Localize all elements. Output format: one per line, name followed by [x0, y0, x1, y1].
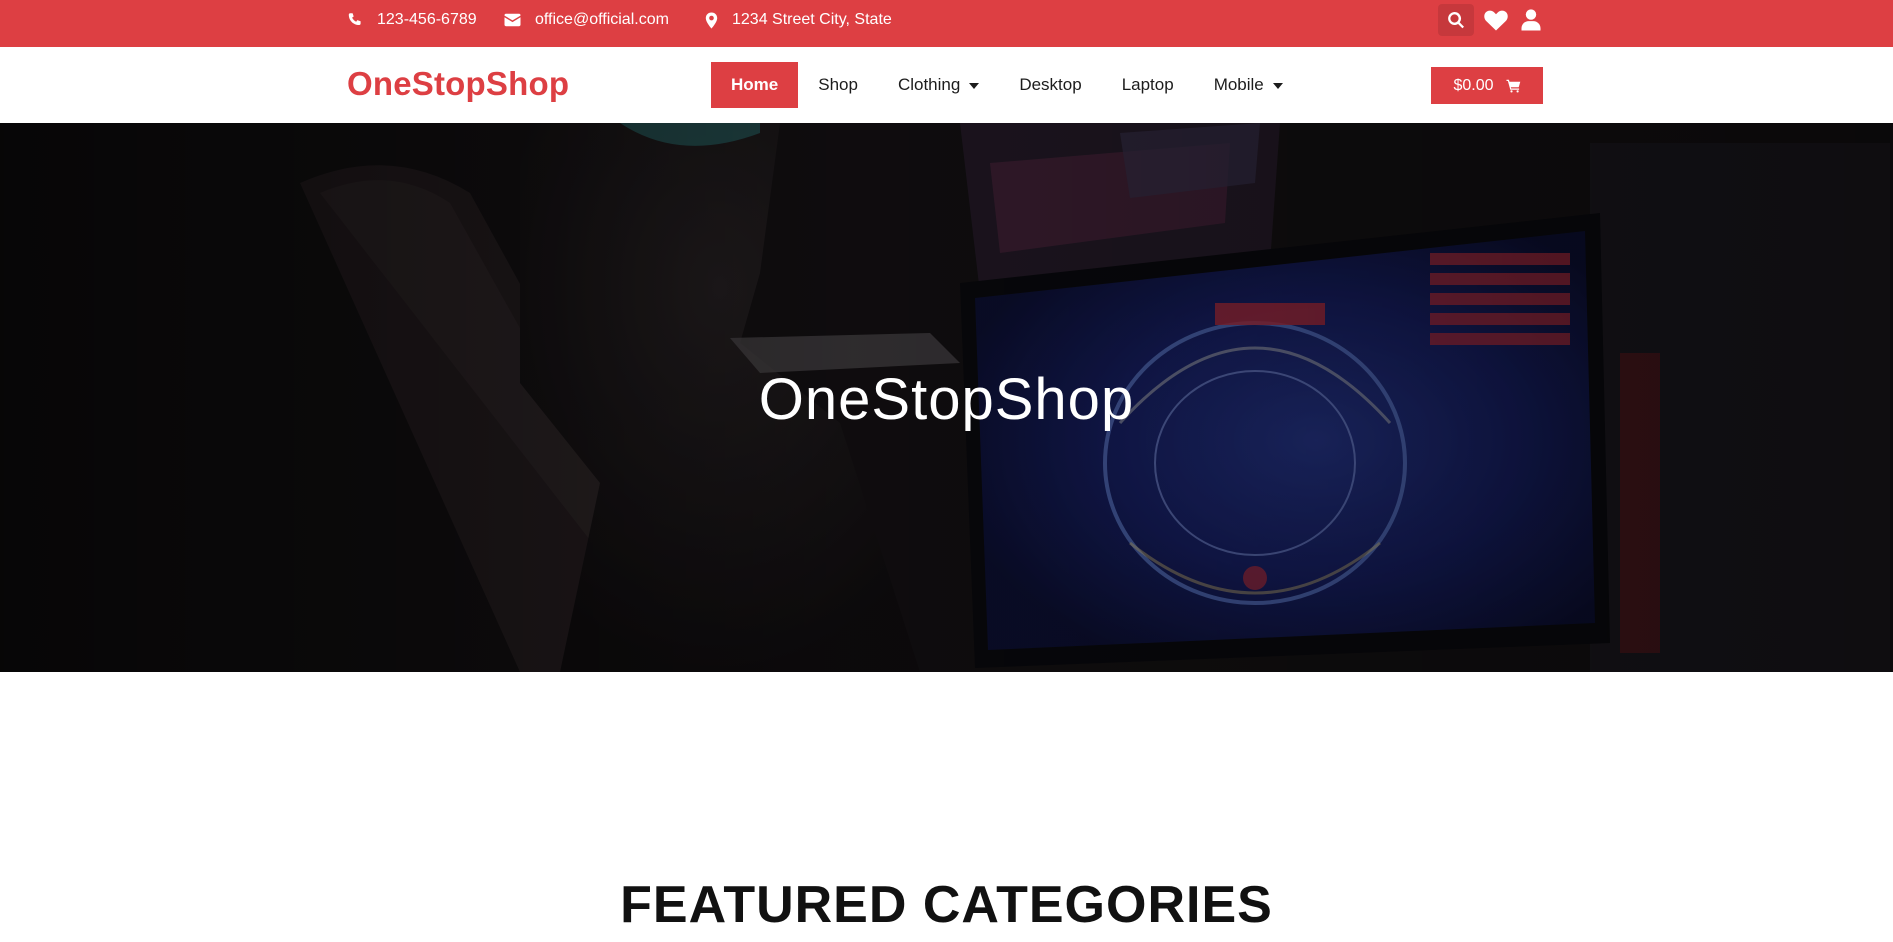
nav-shop-label: Shop [818, 75, 858, 94]
featured-categories-heading: FEATURED CATEGORIES [620, 876, 1273, 934]
search-icon [1448, 12, 1464, 29]
address-text: 1234 Street City, State [732, 11, 892, 28]
envelope-icon [504, 13, 521, 27]
heart-icon [1484, 10, 1508, 30]
site-header: OneStopShop Home Shop Clothing Desktop L… [0, 47, 1893, 123]
site-logo[interactable]: OneStopShop [347, 65, 569, 103]
phone-text: 123-456-6789 [377, 11, 477, 28]
nav-clothing[interactable]: Clothing [897, 62, 980, 108]
map-marker-icon [705, 12, 718, 28]
main-nav: Home Shop Clothing Desktop Laptop Mobile [711, 62, 1283, 108]
nav-clothing-label: Clothing [897, 75, 961, 94]
nav-home[interactable]: Home [711, 62, 799, 108]
nav-home-label: Home [731, 75, 779, 94]
nav-desktop[interactable]: Desktop [1019, 62, 1081, 108]
top-bar: 123-456-6789 office@official.com 1234 St… [0, 0, 1893, 47]
nav-laptop-label: Laptop [1121, 75, 1174, 94]
nav-desktop-label: Desktop [1019, 75, 1082, 94]
contact-email[interactable]: office@official.com [504, 0, 669, 40]
cart-total: $0.00 [1453, 76, 1494, 94]
nav-mobile[interactable]: Mobile [1214, 62, 1283, 108]
chevron-down-icon [1272, 83, 1283, 89]
header-actions [1438, 4, 1543, 36]
hero-banner: OneStopShop [0, 123, 1893, 672]
wishlist-button[interactable] [1483, 4, 1509, 36]
cart-icon [1506, 79, 1520, 92]
user-icon [1521, 9, 1541, 31]
nav-mobile-label: Mobile [1213, 75, 1264, 94]
cart-button[interactable]: $0.00 [1431, 67, 1543, 104]
contact-address[interactable]: 1234 Street City, State [705, 0, 892, 40]
hero-title: OneStopShop [758, 367, 1135, 432]
search-button[interactable] [1438, 4, 1474, 36]
nav-shop[interactable]: Shop [818, 62, 858, 108]
phone-icon [348, 13, 361, 25]
contact-phone[interactable]: 123-456-6789 [347, 0, 477, 40]
nav-laptop[interactable]: Laptop [1122, 62, 1174, 108]
account-button[interactable] [1519, 4, 1543, 36]
email-text: office@official.com [535, 11, 669, 28]
chevron-down-icon [969, 83, 980, 89]
